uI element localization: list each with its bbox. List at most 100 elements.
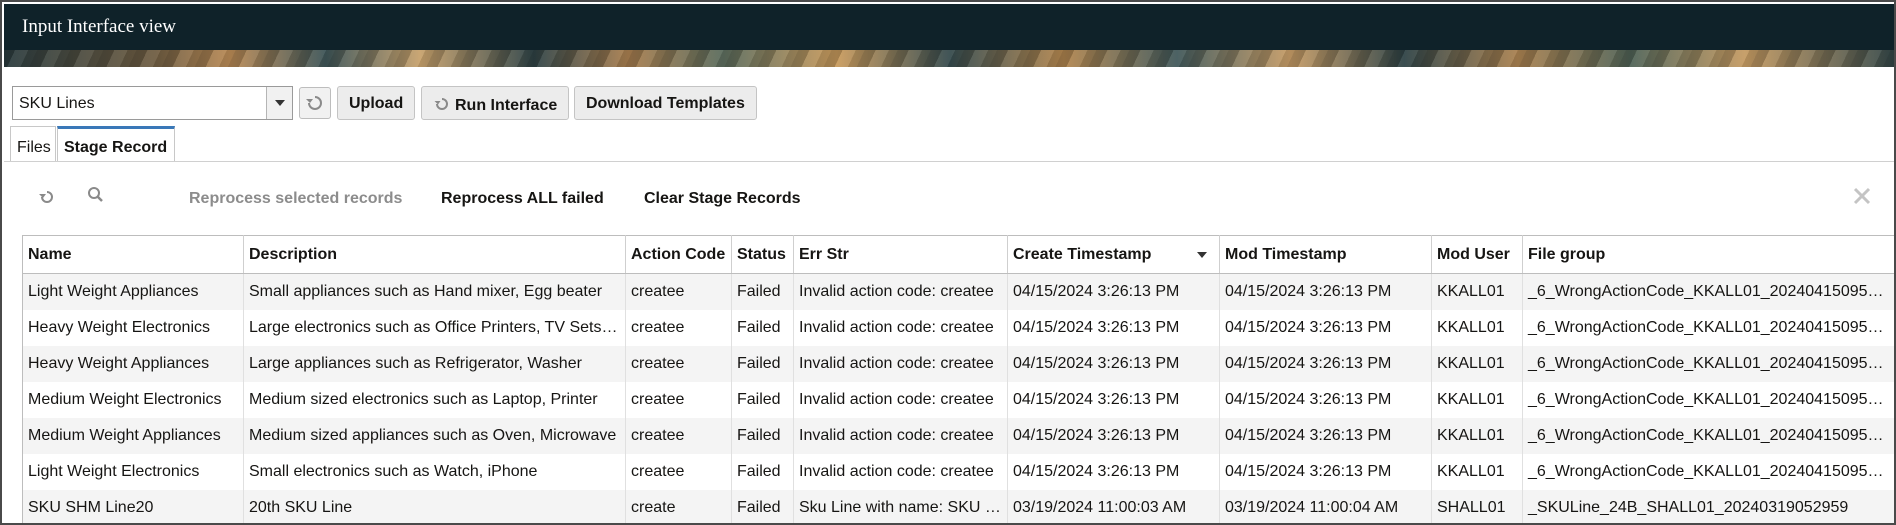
refresh-button[interactable] [299, 87, 331, 119]
cell-status: Failed [731, 381, 794, 418]
table-row[interactable]: Medium Weight Electronics Medium sized el… [22, 381, 1894, 418]
upload-button-label: Upload [349, 95, 404, 112]
search-icon[interactable] [84, 184, 108, 208]
table-row[interactable]: Light Weight Electronics Small electronic… [22, 453, 1894, 490]
cell-create-timestamp: 04/15/2024 3:26:13 PM [1007, 417, 1220, 454]
cell-file-group: _6_WrongActionCode_KKALL01_2024041509560… [1522, 417, 1894, 454]
reprocess-all-failed-action[interactable]: Reprocess ALL failed [441, 190, 604, 208]
cell-status: Failed [731, 453, 794, 490]
cell-file-group: _6_WrongActionCode_KKALL01_2024041509560… [1522, 345, 1894, 382]
download-templates-button[interactable]: Download Templates [574, 86, 757, 120]
cell-name: SKU SHM Line20 [22, 489, 244, 523]
chevron-down-icon[interactable] [266, 87, 292, 119]
column-header-file-group[interactable]: File group [1522, 235, 1894, 274]
cell-mod-user: KKALL01 [1431, 417, 1523, 454]
cell-file-group: _6_WrongActionCode_KKALL01_2024041509560… [1522, 273, 1894, 310]
cell-action-code: createe [625, 273, 732, 310]
refresh-icon [300, 88, 330, 118]
cell-action-code: createe [625, 309, 732, 346]
cell-action-code: create [625, 489, 732, 523]
cell-mod-timestamp: 04/15/2024 3:26:13 PM [1219, 309, 1432, 346]
cell-err-str: Invalid action code: createe [793, 417, 1008, 454]
sort-descending-icon[interactable] [1197, 252, 1207, 258]
refresh-icon[interactable] [34, 184, 60, 210]
cell-description: Large appliances such as Refrigerator, W… [243, 345, 626, 382]
app-frame: Input Interface view SKU Lines Upload Ru… [0, 0, 1896, 525]
column-header-action-code[interactable]: Action Code [625, 235, 732, 274]
cell-status: Failed [731, 417, 794, 454]
close-icon[interactable] [1852, 186, 1872, 206]
cell-description: 20th SKU Line [243, 489, 626, 523]
stage-records-table: Name Description Action Code Status Err … [22, 235, 1894, 523]
run-interface-button[interactable]: Run Interface [421, 86, 570, 120]
cell-status: Failed [731, 273, 794, 310]
table-row[interactable]: Heavy Weight Electronics Large electronic… [22, 309, 1894, 346]
table-row[interactable]: Heavy Weight Appliances Large appliances … [22, 345, 1894, 382]
cell-status: Failed [731, 345, 794, 382]
cell-mod-user: KKALL01 [1431, 381, 1523, 418]
cell-err-str: Invalid action code: createe [793, 453, 1008, 490]
upload-button[interactable]: Upload [337, 86, 416, 120]
cell-mod-user: KKALL01 [1431, 309, 1523, 346]
window-title: Input Interface view [22, 16, 177, 37]
tab-stage-record-label: Stage Record [64, 139, 168, 156]
tab-files-label: Files [17, 139, 51, 156]
cell-status: Failed [731, 309, 794, 346]
cell-err-str: Invalid action code: createe [793, 345, 1008, 382]
column-header-mod-timestamp[interactable]: Mod Timestamp [1219, 235, 1432, 274]
cell-mod-timestamp: 04/15/2024 3:26:13 PM [1219, 345, 1432, 382]
cell-description: Large electronics such as Office Printer… [243, 309, 626, 346]
download-templates-label: Download Templates [586, 95, 745, 112]
cell-name: Medium Weight Electronics [22, 381, 244, 418]
cell-err-str: Sku Line with name: SKU … [793, 489, 1008, 523]
cell-create-timestamp: 04/15/2024 3:26:13 PM [1007, 453, 1220, 490]
cell-description: Medium sized appliances such as Oven, Mi… [243, 417, 626, 454]
table-row[interactable]: Light Weight Appliances Small appliances … [22, 273, 1894, 310]
table-row[interactable]: Medium Weight Appliances Medium sized app… [22, 417, 1894, 454]
column-header-mod-user[interactable]: Mod User [1431, 235, 1523, 274]
cell-status: Failed [731, 489, 794, 523]
cell-create-timestamp: 03/19/2024 11:00:03 AM [1007, 489, 1220, 523]
cell-mod-user: KKALL01 [1431, 273, 1523, 310]
cell-name: Heavy Weight Appliances [22, 345, 244, 382]
cell-mod-timestamp: 04/15/2024 3:26:13 PM [1219, 381, 1432, 418]
decorative-banner [4, 50, 1894, 67]
column-header-description[interactable]: Description [243, 235, 626, 274]
cell-name: Light Weight Appliances [22, 273, 244, 310]
cell-create-timestamp: 04/15/2024 3:26:13 PM [1007, 273, 1220, 310]
create-timestamp-header-label: Create Timestamp [1013, 245, 1152, 263]
column-header-name[interactable]: Name [22, 235, 244, 274]
stage-record-actions: Reprocess selected records Reprocess ALL… [4, 180, 1894, 210]
cell-create-timestamp: 04/15/2024 3:26:13 PM [1007, 309, 1220, 346]
column-header-create-timestamp[interactable]: Create Timestamp [1007, 235, 1220, 274]
cell-description: Medium sized electronics such as Laptop,… [243, 381, 626, 418]
table-row[interactable]: SKU SHM Line20 20th SKU Line create Failed S… [22, 489, 1894, 523]
cell-file-group: _6_WrongActionCode_KKALL01_2024041509560… [1522, 381, 1894, 418]
tab-files[interactable]: Files [10, 126, 56, 162]
cell-name: Heavy Weight Electronics [22, 309, 244, 346]
cell-description: Small electronics such as Watch, iPhone [243, 453, 626, 490]
cell-mod-timestamp: 03/19/2024 11:00:04 AM [1219, 489, 1432, 523]
cell-err-str: Invalid action code: createe [793, 273, 1008, 310]
cell-mod-timestamp: 04/15/2024 3:26:13 PM [1219, 273, 1432, 310]
clear-stage-records-action[interactable]: Clear Stage Records [644, 190, 801, 208]
cell-mod-user: KKALL01 [1431, 453, 1523, 490]
table-header-row: Name Description Action Code Status Err … [22, 235, 1894, 274]
tab-divider [4, 161, 1894, 162]
cell-action-code: createe [625, 345, 732, 382]
cell-action-code: createe [625, 417, 732, 454]
cell-action-code: createe [625, 453, 732, 490]
cell-mod-user: KKALL01 [1431, 345, 1523, 382]
column-header-err-str[interactable]: Err Str [793, 235, 1008, 274]
reprocess-selected-action[interactable]: Reprocess selected records [189, 190, 402, 208]
cell-description: Small appliances such as Hand mixer, Egg… [243, 273, 626, 310]
cell-err-str: Invalid action code: createe [793, 309, 1008, 346]
interface-select[interactable]: SKU Lines [12, 86, 293, 120]
title-bar: Input Interface view [4, 4, 1894, 50]
refresh-icon [433, 95, 451, 118]
tab-stage-record[interactable]: Stage Record [57, 126, 175, 162]
column-header-status[interactable]: Status [731, 235, 794, 274]
cell-file-group: _SKULine_24B_SHALL01_20240319052959 [1522, 489, 1894, 523]
run-interface-label: Run Interface [455, 97, 558, 114]
cell-name: Light Weight Electronics [22, 453, 244, 490]
